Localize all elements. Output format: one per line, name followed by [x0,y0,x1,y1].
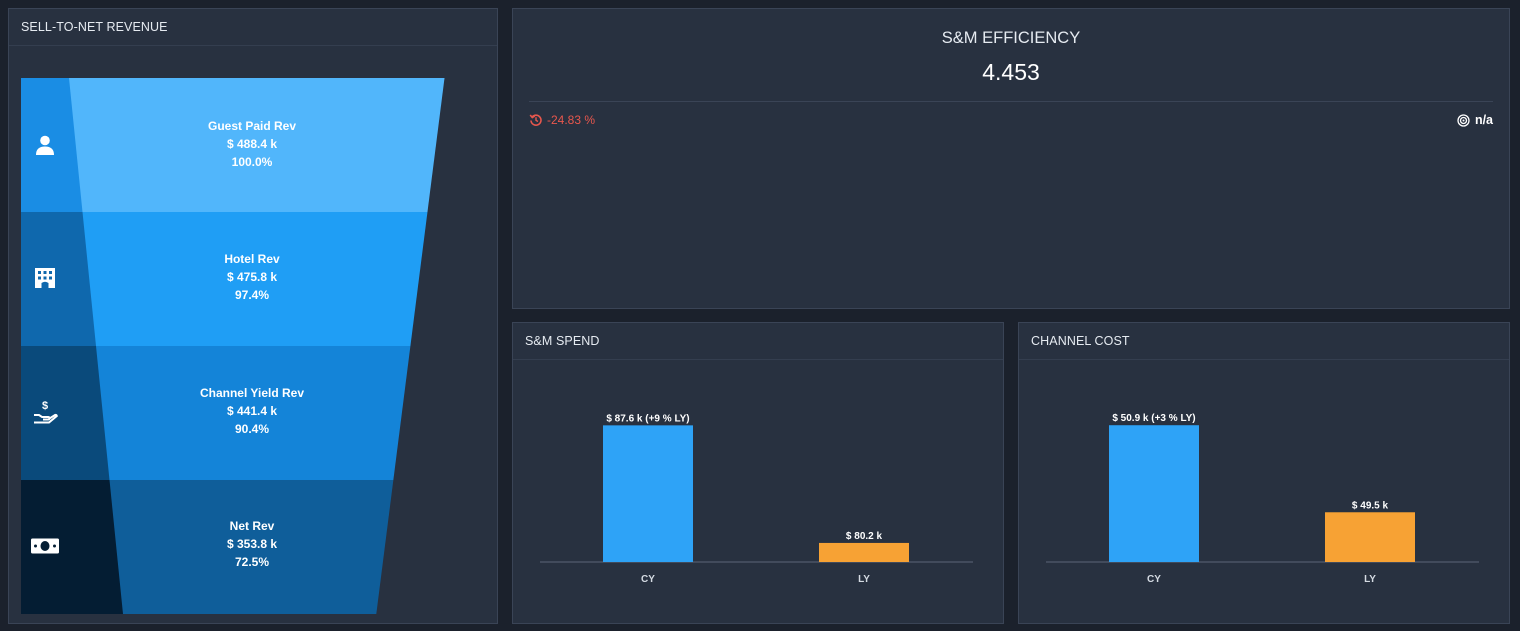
kpi-value: 4.453 [982,59,1040,85]
kpi-divider [529,101,1493,102]
hotel-building-icon [21,211,69,345]
history-icon [529,114,542,126]
kpi-change: -24.83 % [529,113,595,127]
stage-value: $ 353.8 k [226,537,278,551]
kpi-title: S&M EFFICIENCY [941,29,1081,47]
stage-percent: 72.5% [234,555,270,569]
x-tick-label: CY [1147,574,1161,585]
stage-label: Hotel Rev [224,252,280,266]
data-label: $ 49.5 k [1352,500,1389,511]
stage-label: Net Rev [229,519,275,533]
svg-text:$: $ [42,400,48,412]
panel-title: S&M SPEND [513,323,1003,360]
sm-spend-bar-chart: $ 87.6 k (+9 % LY) CY $ 80.2 k LY [540,413,973,585]
x-tick-label: LY [1364,574,1376,585]
data-label: $ 80.2 k [846,531,883,542]
data-label: $ 87.6 k (+9 % LY) [606,413,689,424]
bar-ly [819,542,909,562]
cash-bill-icon [21,479,69,613]
stage-percent: 90.4% [234,422,270,436]
stage-label: Guest Paid Rev [207,119,297,133]
funnel-stage-guest-paid-rev: Guest Paid Rev $ 488.4 k 100.0% [69,117,435,171]
sm-spend-panel: S&M SPEND $ 87.6 k (+9 % LY) CY $ 80.2 k LY [512,322,1004,624]
stage-value: $ 475.8 k [226,270,278,284]
sell-to-net-revenue-panel: SELL-TO-NET REVENUE $ Guest Paid Rev $ 4… [8,8,498,624]
stage-value: $ 441.4 k [226,404,278,418]
x-tick-label: LY [858,574,870,585]
panel-title: CHANNEL COST [1019,323,1509,360]
stage-label: Channel Yield Rev [199,386,305,400]
x-tick-label: CY [641,574,655,585]
stage-value: $ 488.4 k [226,137,278,151]
person-icon [21,78,69,212]
funnel-stage-channel-yield-rev: Channel Yield Rev $ 441.4 k 90.4% [69,384,435,438]
kpi-target-value: n/a [1474,113,1493,127]
channel-cost-bar-chart: $ 50.9 k (+3 % LY) CY $ 49.5 k LY [1046,413,1479,585]
data-label: $ 50.9 k (+3 % LY) [1112,413,1195,424]
bar-cy [1109,425,1199,562]
bar-ly [1325,512,1415,562]
target-icon [1457,113,1470,127]
funnel-stage-hotel-rev: Hotel Rev $ 475.8 k 97.4% [69,250,435,304]
kpi-change-value: -24.83 % [547,113,596,127]
stage-percent: 97.4% [234,288,270,302]
bar-cy [603,425,693,562]
channel-cost-panel: CHANNEL COST $ 50.9 k (+3 % LY) CY $ 49.5 … [1018,322,1510,624]
sm-efficiency-panel: S&M EFFICIENCY 4.453 -24.83 % n/a [512,8,1510,309]
kpi-target: n/a [1457,113,1493,127]
funnel-stage-net-rev: Net Rev $ 353.8 k 72.5% [69,517,435,571]
stage-percent: 100.0% [231,155,273,169]
hand-dollar-icon: $ [21,345,69,479]
